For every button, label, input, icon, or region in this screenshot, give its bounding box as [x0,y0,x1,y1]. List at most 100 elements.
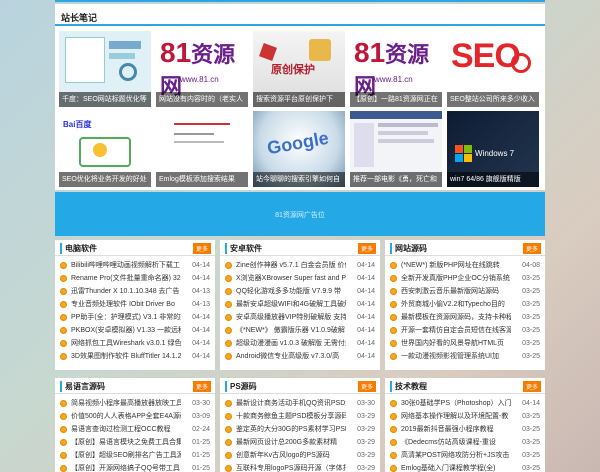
note-thumb-5[interactable]: SEO SEO整站公司所来多少收入 [447,31,539,107]
list-item[interactable]: X浏览器XBrowser Super fast and P 04-14 [225,272,375,285]
list-item-title[interactable]: 开源一套精仿自定会员短信在线客源 [401,324,511,337]
ad-banner[interactable]: 81资源网广告位 [55,192,545,236]
list-item-title[interactable]: 专业音频处理软件 IObit Driver Bo [71,298,181,311]
list-item-title[interactable]: 《Dedecms仿站高级课程-重设 [401,436,511,449]
list-item[interactable]: 《*NEW*》 傲霸版乐器 V1.0.9破解 04-14 [225,324,375,337]
more-button[interactable]: 更多 [192,381,211,392]
note-thumb-2[interactable]: 81资源网 www.81.cn 网站没有内容时的（老实人 [156,31,248,107]
list-item[interactable]: 《Dedecms仿站高级课程-重设 03-25 [390,436,540,449]
list-item[interactable]: 全新开发真版PHP企业OC分销系统 03-25 [390,272,540,285]
list-item[interactable]: 最新设计商务活动手机QQ资讯PSD源 03-30 [225,397,375,410]
list-item[interactable]: 3D效果图制作软件 BluffTitler 14.1.2. 04-14 [60,350,210,363]
list-item-title[interactable]: Bilibili哔哩哔哩动画视频解析下载工 [71,259,181,272]
list-item-title[interactable]: 《*NEW*》 傲霸版乐器 V1.0.9破解 [236,324,346,337]
note-thumb-4[interactable]: 81资源网 www.81.cn 【原创】一路81资源网正在 [350,31,442,107]
list-item[interactable]: 【原创】易语言模块之免费工具合集 01-25 [60,436,210,449]
list-item-title[interactable]: 外贸商城小偷V2.2和Typecho目的 [401,298,511,311]
list-item[interactable]: PP助手(全：护理模式) V3.1 非常的好用 04-14 [60,311,210,324]
list-item[interactable]: 2019最新抖音最强小程序教程 03-25 [390,423,540,436]
list-item[interactable]: Emlog基础入门课程教学程(全) 03-25 [390,462,540,472]
list-item[interactable]: 网络抓包工具Wireshark v3.0.1 绿色 04-14 [60,337,210,350]
list-item[interactable]: 创意新年Kv古风logo的PS源码 03-29 [225,449,375,462]
list-item-title[interactable]: 安卓高级播放器VIP特别破解版 支持 [236,311,346,324]
list-item-title[interactable]: 创意新年Kv古风logo的PS源码 [236,449,346,462]
list-item-title[interactable]: PKBOX(安卓模拟器) V1.33 一款远程 [71,324,181,337]
more-button[interactable]: 更多 [357,381,376,392]
list-item[interactable]: PKBOX(安卓模拟器) V1.33 一款远程 04-14 [60,324,210,337]
list-item-title[interactable]: Emlog基础入门课程教学程(全) [401,462,511,472]
list-item[interactable]: 世界国内好看的风景导航HTML页 03-25 [390,337,540,350]
list-item-title[interactable]: QQ轻化游戏多多功能版 V7.9.9 带 [236,285,346,298]
list-item-title[interactable]: 迅雷Thunder X 10.1.10.348 去广告 [71,285,181,298]
list-item-title[interactable]: 【原创】开源网络搞子QQ号带工具 [71,462,181,472]
list-item[interactable]: Zine创作神器 v5.7.1 白金会员版 价值 04-14 [225,259,375,272]
list-item[interactable]: 高清某POST网络攻防分析+JS攻击（高级 03-25 [390,449,540,462]
more-button[interactable]: 更多 [522,381,541,392]
list-item[interactable]: 外贸商城小偷V2.2和Typecho目的 03-25 [390,298,540,311]
list-item-title[interactable]: 【原创】易语言模块之免费工具合集 [71,436,181,449]
list-item-title[interactable]: 十款商务鲸鱼主题PSD模板分享源码 [236,410,346,423]
list-item-title[interactable]: 网络抓包工具Wireshark v3.0.1 绿色 [71,337,181,350]
list-item[interactable]: 西安刺激云音乐最新版网站源码 03-25 [390,285,540,298]
list-item-title[interactable]: 最新网页设计总200G多款素材精 [236,436,346,449]
list-item-title[interactable]: 简易视频小程序最高播放器放映工具 [71,397,181,410]
list-item-title[interactable]: 最新安卓超级WIFI和4G破解工具破解 [236,298,346,311]
list-item[interactable]: 【原创】开源网络搞子QQ号带工具 01-25 [60,462,210,472]
note-thumb-8[interactable]: Google 站今聊聊的搜索引擎如何自 [253,111,345,187]
list-item[interactable]: Bilibili哔哩哔哩动画视频解析下载工 04-14 [60,259,210,272]
note-thumb-1[interactable]: 千度：SEO网站标题优化等 [59,31,151,107]
list-item-title[interactable]: X浏览器XBrowser Super fast and P [236,272,346,285]
list-item[interactable]: 最新网页设计总200G多款素材精 03-29 [225,436,375,449]
list-item-title[interactable]: 30张0基础学PS（Photoshop）入门 [401,397,511,410]
list-item-title[interactable]: 一款动漫视频影视管理系统UI加 [401,350,511,363]
list-item-title[interactable]: Zine创作神器 v5.7.1 白金会员版 价值 [236,259,346,272]
list-item-title[interactable]: 世界国内好看的风景导航HTML页 [401,337,511,350]
list-item[interactable]: 安卓高级播放器VIP特别破解版 支持 04-14 [225,311,375,324]
list-item[interactable]: 一款动漫视频影视管理系统UI加 03-25 [390,350,540,363]
list-item[interactable]: 【原创】超级SEO刷排名广告工具源码 01-25 [60,449,210,462]
list-item[interactable]: 最新安卓超级WIFI和4G破解工具破解 04-14 [225,298,375,311]
list-item[interactable]: 开源一套精仿自定会员短信在线客源 03-25 [390,324,540,337]
list-item-title[interactable]: Rename Pro(文件批量重命名器) 32位 6 [71,272,181,285]
list-item[interactable]: 网络基本操作理解以及环境配置-教 03-25 [390,410,540,423]
note-thumb-3[interactable]: 原创保护 搜索资源平台原创保护下 [253,31,345,107]
list-item-title[interactable]: 2019最新抖音最强小程序教程 [401,423,511,436]
list-item[interactable]: 专业音频处理软件 IObit Driver Bo 04-13 [60,298,210,311]
list-item[interactable]: 30张0基础学PS（Photoshop）入门 04-14 [390,397,540,410]
list-item-title[interactable]: 最新设计商务活动手机QQ资讯PSD源 [236,397,346,410]
list-item[interactable]: Rename Pro(文件批量重命名器) 32位 6 04-14 [60,272,210,285]
list-item[interactable]: 鉴定英的大分30G的PS素材学习PSD 03-29 [225,423,375,436]
more-button[interactable]: 更多 [357,243,376,254]
list-item[interactable]: 互联科专用logoPS源码开源（字体打 03-29 [225,462,375,472]
list-item-title[interactable]: 价值500的人人表格APP全套E4A源码 [71,410,181,423]
list-item[interactable]: 最新模板在资源网源码，支持卡种程 03-25 [390,311,540,324]
list-item[interactable]: 简易视频小程序最高播放器放映工具 03-30 [60,397,210,410]
list-item-title[interactable]: 【原创】超级SEO刷排名广告工具源码 [71,449,181,462]
list-item[interactable]: 十款商务鲸鱼主题PSD模板分享源码 03-29 [225,410,375,423]
list-item-title[interactable]: (*NEW*) 新版PHP网址在线跳转 [401,259,511,272]
list-item-title[interactable]: Android微信专业高级版 v7.3.0/高 [236,350,346,363]
list-item[interactable]: 价值500的人人表格APP全套E4A源码 03-09 [60,410,210,423]
list-item-title[interactable]: 超级动漫漫画 v1.0.3 破解版 无需付费 免 [236,337,346,350]
note-thumb-10[interactable]: Windows 7 win7 64/86 旗舰版精版 [447,111,539,187]
note-thumb-6[interactable]: Bai百度 SEO优化将业务开发的好处 [59,111,151,187]
list-item-title[interactable]: 互联科专用logoPS源码开源（字体打 [236,462,346,472]
more-button[interactable]: 更多 [192,243,211,254]
list-item[interactable]: 易语言查询过检测工程OCC教程 02-24 [60,423,210,436]
list-item-title[interactable]: 鉴定英的大分30G的PS素材学习PSD [236,423,346,436]
list-item-title[interactable]: PP助手(全：护理模式) V3.1 非常的好用 [71,311,181,324]
list-item-title[interactable]: 3D效果图制作软件 BluffTitler 14.1.2. [71,350,181,363]
note-thumb-9[interactable]: 推荐一部电影《勇，死亡和 [350,111,442,187]
list-item[interactable]: 超级动漫漫画 v1.0.3 破解版 无需付费 免 04-14 [225,337,375,350]
list-item[interactable]: (*NEW*) 新版PHP网址在线跳转 04-08 [390,259,540,272]
list-item-title[interactable]: 西安刺激云音乐最新版网站源码 [401,285,511,298]
more-button[interactable]: 更多 [522,243,541,254]
list-item[interactable]: 迅雷Thunder X 10.1.10.348 去广告 04-13 [60,285,210,298]
list-item-title[interactable]: 全新开发真版PHP企业OC分销系统 [401,272,511,285]
note-thumb-7[interactable]: Emlog模板添加搜索结果 [156,111,248,187]
list-item-title[interactable]: 易语言查询过检测工程OCC教程 [71,423,181,436]
list-item-title[interactable]: 网络基本操作理解以及环境配置-教 [401,410,511,423]
list-item[interactable]: QQ轻化游戏多多功能版 V7.9.9 带 04-14 [225,285,375,298]
list-item-title[interactable]: 最新模板在资源网源码，支持卡种程 [401,311,511,324]
list-item-title[interactable]: 高清某POST网络攻防分析+JS攻击（高级 [401,449,511,462]
